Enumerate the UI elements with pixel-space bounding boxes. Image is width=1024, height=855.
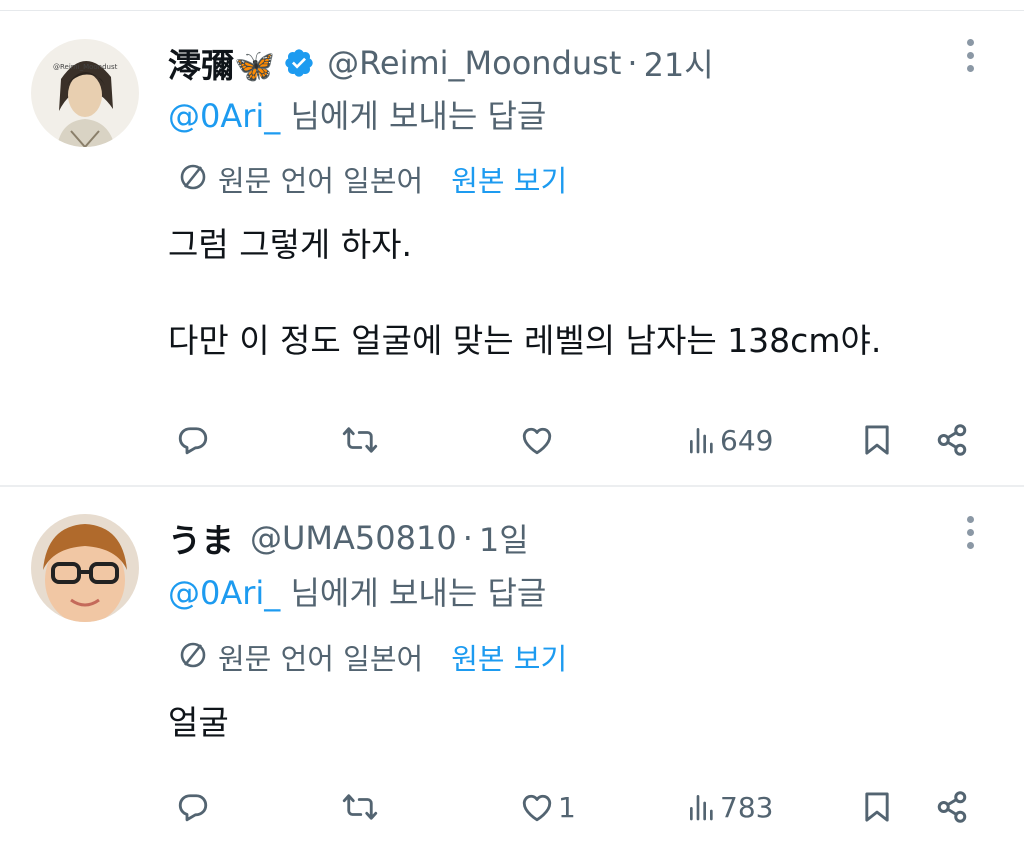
reply-icon xyxy=(175,422,211,458)
like-icon xyxy=(518,422,556,458)
reply-mention[interactable]: @0Ari_ xyxy=(168,97,280,135)
verified-badge-icon xyxy=(283,47,315,79)
like-button[interactable] xyxy=(518,415,558,465)
separator-dot: · xyxy=(627,44,638,82)
display-name[interactable]: うま xyxy=(168,514,234,562)
share-icon xyxy=(934,422,970,458)
tweet-text: 얼굴 xyxy=(168,703,229,742)
retweet-button[interactable] xyxy=(340,415,380,465)
reply-button[interactable] xyxy=(175,782,211,832)
view-count: 783 xyxy=(720,790,774,824)
tweet[interactable]: @Reimi_Moondust 澪彌🦋 @Reimi_Moondust · 21… xyxy=(0,11,1024,487)
reply-mention[interactable]: @0Ari_ xyxy=(168,574,280,612)
reply-context: @0Ari_ 님에게 보내는 답글 xyxy=(168,91,546,137)
translation-bar: 원문 언어 일본어 원본 보기 xyxy=(178,636,567,678)
like-count: 1 xyxy=(558,790,576,824)
bookmark-icon xyxy=(861,789,893,825)
tweet-header: うま @UMA50810 · 1일 xyxy=(168,514,529,562)
bookmark-icon xyxy=(861,422,893,458)
share-button[interactable] xyxy=(934,415,970,465)
timestamp[interactable]: 21시 xyxy=(644,40,714,86)
tweet-text: 그럼 그렇게 하자. 다만 이 정도 얼굴에 맞는 레벨의 남자는 138cm야… xyxy=(168,225,882,360)
timestamp[interactable]: 1일 xyxy=(479,515,529,561)
avatar-photo-icon xyxy=(31,514,139,622)
share-button[interactable] xyxy=(934,782,970,832)
bookmark-button[interactable] xyxy=(861,415,893,465)
tweet[interactable]: うま @UMA50810 · 1일 @0Ari_ 님에게 보내는 답글 원문 언… xyxy=(0,488,1024,855)
views-button[interactable]: 783 xyxy=(686,782,773,832)
view-count: 649 xyxy=(720,423,774,457)
views-icon xyxy=(686,424,718,456)
avatar[interactable]: @Reimi_Moondust xyxy=(31,39,139,147)
translation-note: 원문 언어 일본어 xyxy=(218,642,424,676)
top-divider xyxy=(0,0,1024,11)
avatar[interactable] xyxy=(31,514,139,622)
tweet-actions: 649 xyxy=(0,415,1024,465)
reply-button[interactable] xyxy=(175,415,211,465)
reply-context-suffix: 님에게 보내는 답글 xyxy=(280,97,547,135)
retweet-button[interactable] xyxy=(340,782,380,832)
more-icon[interactable] xyxy=(964,39,976,79)
user-handle[interactable]: @UMA50810 xyxy=(250,519,457,557)
reply-icon xyxy=(175,789,211,825)
tweet-actions: 1 783 xyxy=(0,782,1024,832)
bookmark-button[interactable] xyxy=(861,782,893,832)
like-icon xyxy=(518,789,556,825)
retweet-icon xyxy=(340,789,380,825)
translate-icon xyxy=(178,162,208,196)
views-button[interactable]: 649 xyxy=(686,415,773,465)
translate-icon xyxy=(178,640,208,674)
show-original-link[interactable]: 원본 보기 xyxy=(451,636,567,678)
svg-text:@Reimi_Moondust: @Reimi_Moondust xyxy=(53,63,118,71)
reply-context-suffix: 님에게 보내는 답글 xyxy=(280,574,547,612)
user-handle[interactable]: @Reimi_Moondust xyxy=(327,44,621,82)
translation-note: 원문 언어 일본어 xyxy=(218,164,424,198)
avatar-drawing-icon: @Reimi_Moondust xyxy=(31,39,139,147)
translation-bar: 원문 언어 일본어 원본 보기 xyxy=(178,158,567,200)
separator-dot: · xyxy=(462,519,473,557)
show-original-link[interactable]: 원본 보기 xyxy=(451,158,567,200)
reply-context: @0Ari_ 님에게 보내는 답글 xyxy=(168,568,546,614)
tweet-header: 澪彌🦋 @Reimi_Moondust · 21시 xyxy=(168,39,714,87)
more-icon[interactable] xyxy=(964,516,976,556)
share-icon xyxy=(934,789,970,825)
views-icon xyxy=(686,791,718,823)
display-name[interactable]: 澪彌🦋 xyxy=(168,39,275,87)
retweet-icon xyxy=(340,422,380,458)
like-button[interactable]: 1 xyxy=(518,782,576,832)
